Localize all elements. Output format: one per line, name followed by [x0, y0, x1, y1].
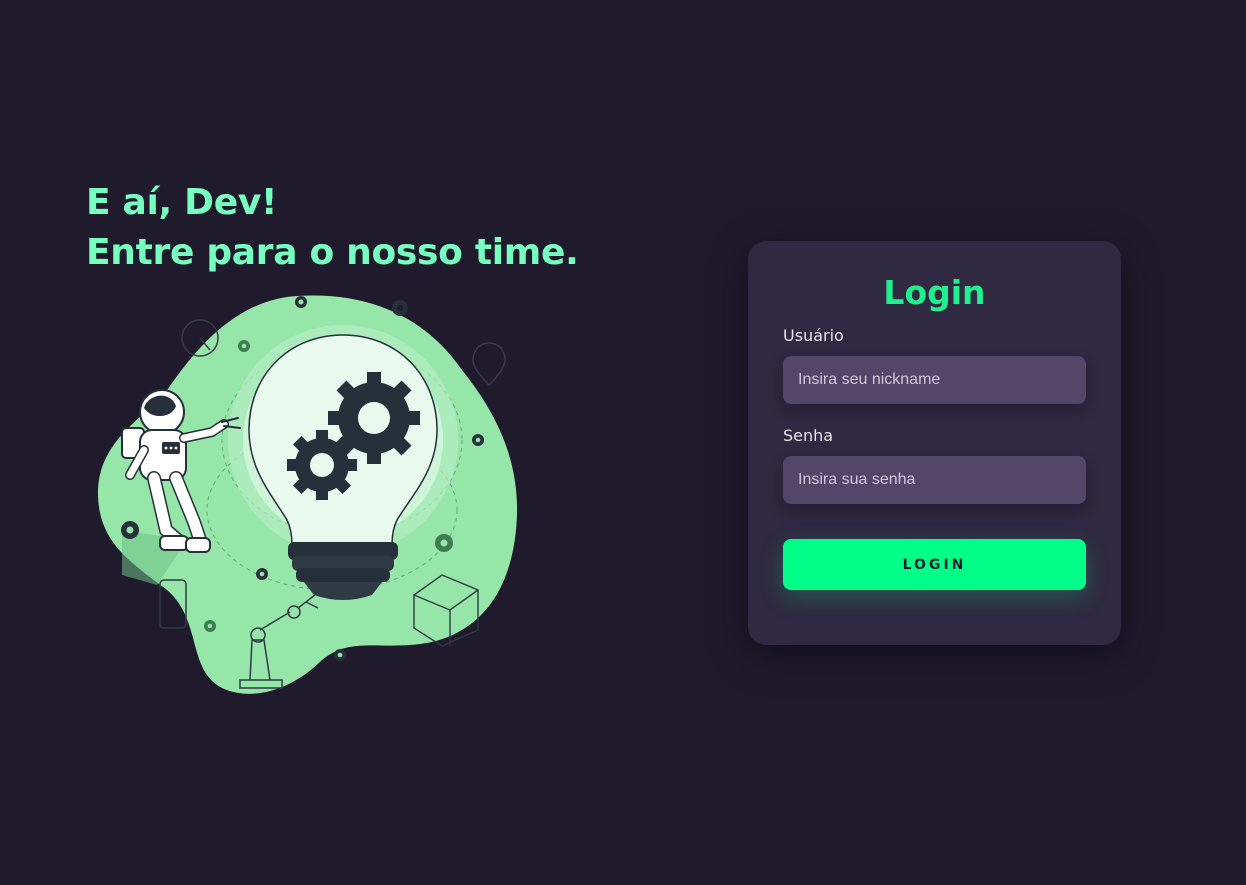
- username-input[interactable]: [783, 356, 1086, 404]
- username-label: Usuário: [783, 326, 844, 345]
- login-page: E aí, Dev! Entre para o nosso time. Logi…: [0, 0, 1246, 885]
- password-input[interactable]: [783, 456, 1086, 504]
- login-card: Login Usuário Senha LOGIN: [748, 241, 1121, 645]
- location-pin-icon: [472, 342, 506, 387]
- login-button[interactable]: LOGIN: [783, 539, 1086, 590]
- hero-heading: E aí, Dev! Entre para o nosso time.: [86, 178, 579, 278]
- astronaut-lightbulb-illustration: [97, 295, 518, 694]
- small-gear-icon: [287, 430, 357, 500]
- hero-greeting: E aí, Dev!: [86, 182, 278, 223]
- password-label: Senha: [783, 426, 834, 445]
- hero-tagline: Entre para o nosso time.: [86, 232, 579, 273]
- login-title: Login: [883, 273, 986, 312]
